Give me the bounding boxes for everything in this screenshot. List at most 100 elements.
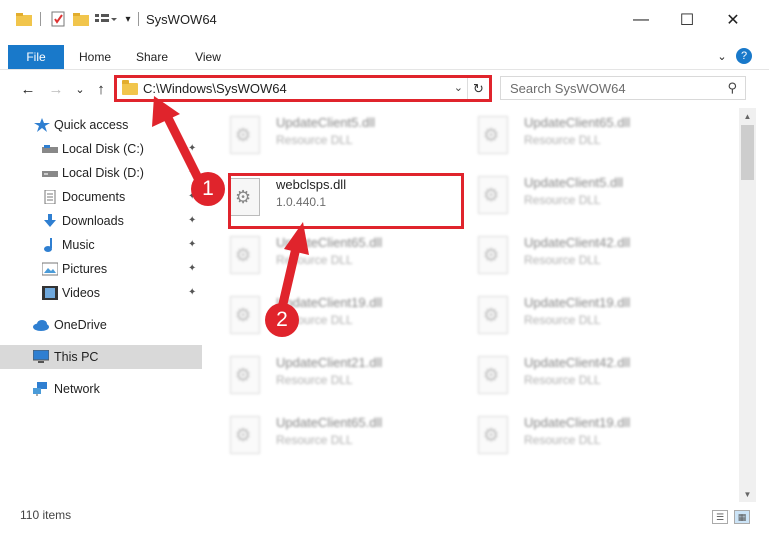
pin-icon[interactable]: ✦: [188, 287, 196, 298]
pictures-icon: [42, 262, 58, 276]
customize-toolbar-icon[interactable]: ▾: [121, 10, 135, 28]
file-highlight-box: [228, 173, 464, 229]
file-type: Resource DLL: [524, 373, 601, 387]
cloud-icon: [33, 320, 49, 331]
file-name: UpdateClient42.dll: [524, 235, 631, 250]
toolbar-separator: [138, 12, 139, 26]
file-type: Resource DLL: [276, 133, 353, 147]
address-path[interactable]: C:\Windows\SysWOW64: [143, 81, 287, 96]
sidebar-item-downloads[interactable]: Downloads ✦: [0, 209, 202, 233]
sidebar-item-documents[interactable]: Documents ✦: [0, 185, 202, 209]
up-button[interactable]: ↑: [91, 79, 111, 99]
view-options-icon[interactable]: [95, 10, 117, 28]
list-item[interactable]: UpdateClient5.dll Resource DLL: [450, 168, 690, 226]
pin-icon[interactable]: ✦: [188, 143, 196, 154]
list-item[interactable]: UpdateClient65.dll Resource DLL: [202, 408, 442, 466]
sidebar-item-label: Downloads: [62, 214, 124, 228]
download-icon: [44, 214, 56, 227]
list-item[interactable]: UpdateClient65.dll Resource DLL: [202, 228, 442, 286]
sidebar-item-label: OneDrive: [54, 318, 107, 332]
file-name: UpdateClient19.dll: [524, 295, 631, 310]
address-dropdown-icon[interactable]: ⌄: [454, 81, 463, 94]
sidebar-item-this-pc[interactable]: This PC: [0, 345, 202, 369]
dll-file-icon: [478, 416, 508, 454]
sidebar-item-label: Music: [62, 238, 95, 252]
maximize-button[interactable]: ☐: [664, 0, 710, 40]
details-view-icon[interactable]: ☰: [712, 510, 728, 524]
sidebar-item-videos[interactable]: Videos ✦: [0, 281, 202, 305]
list-item[interactable]: UpdateClient5.dll Resource DLL: [202, 108, 442, 166]
file-name: UpdateClient65.dll: [276, 415, 383, 430]
close-button[interactable]: ✕: [710, 0, 756, 40]
list-item[interactable]: UpdateClient42.dll Resource DLL: [450, 348, 690, 406]
list-item[interactable]: UpdateClient42.dll Resource DLL: [450, 228, 690, 286]
drive-icon: [42, 145, 58, 153]
tab-file[interactable]: File: [8, 45, 64, 69]
scroll-up-icon[interactable]: ▲: [739, 108, 756, 124]
folder-icon: [16, 10, 32, 28]
file-name: UpdateClient5.dll: [276, 115, 376, 130]
title-bar: ▾ SysWOW64 — ☐ ✕: [0, 0, 769, 40]
tab-home[interactable]: Home: [74, 45, 116, 69]
pin-icon[interactable]: ✦: [188, 215, 196, 226]
address-row: ← → ⌄ ↑ C:\Windows\SysWOW64 ⌄ ↻ Search S…: [0, 70, 769, 108]
folder-icon: [122, 80, 138, 95]
search-icon[interactable]: ⚲: [727, 80, 737, 96]
search-box[interactable]: Search SysWOW64 ⚲: [500, 76, 746, 100]
sidebar-item-local-disk-d[interactable]: Local Disk (D:) ✦: [0, 161, 202, 185]
drive-icon: [42, 171, 58, 177]
list-item[interactable]: UpdateClient19.dll Resource DLL: [202, 288, 442, 346]
sidebar-item-local-disk-c[interactable]: Local Disk (C:) ✦: [0, 137, 202, 161]
file-name: UpdateClient21.dll: [276, 355, 383, 370]
file-type: Resource DLL: [524, 313, 601, 327]
file-name: UpdateClient65.dll: [276, 235, 383, 250]
pin-icon[interactable]: ✦: [188, 239, 196, 250]
vertical-scrollbar[interactable]: ▲ ▼: [739, 108, 756, 502]
file-name: UpdateClient65.dll: [524, 115, 631, 130]
file-type: Resource DLL: [276, 433, 353, 447]
window-title: SysWOW64: [146, 12, 217, 27]
sidebar-item-label: Pictures: [62, 262, 108, 276]
list-item[interactable]: UpdateClient65.dll Resource DLL: [450, 108, 690, 166]
list-item[interactable]: UpdateClient21.dll Resource DLL: [202, 348, 442, 406]
dll-file-icon: [230, 416, 260, 454]
toolbar-separator: [40, 12, 41, 26]
star-icon: [34, 118, 50, 132]
sidebar-item-label: This PC: [54, 350, 99, 364]
ribbon: File Home Share View ⌄ ?: [0, 40, 769, 70]
new-folder-icon[interactable]: [73, 10, 89, 28]
dll-file-icon: [230, 236, 260, 274]
dll-file-icon: [478, 236, 508, 274]
tiles-view-icon[interactable]: ▦: [734, 510, 750, 524]
refresh-icon[interactable]: ↻: [467, 78, 489, 99]
scroll-down-icon[interactable]: ▼: [739, 486, 756, 502]
item-count: 110 items: [20, 508, 72, 522]
music-icon: [44, 238, 52, 252]
sidebar-item-pictures[interactable]: Pictures ✦: [0, 257, 202, 281]
sidebar-item-music[interactable]: Music ✦: [0, 233, 202, 257]
sidebar-item-quick-access[interactable]: Quick access: [0, 113, 202, 137]
tab-share[interactable]: Share: [130, 45, 174, 69]
back-button[interactable]: ←: [18, 79, 38, 99]
sidebar-item-label: Documents: [62, 190, 126, 204]
dll-file-icon: [230, 356, 260, 394]
pin-icon[interactable]: ✦: [188, 263, 196, 274]
sidebar-item-onedrive[interactable]: OneDrive: [0, 313, 202, 337]
sidebar-item-label: Videos: [62, 286, 100, 300]
expand-ribbon-icon[interactable]: ⌄: [714, 48, 730, 64]
minimize-button[interactable]: —: [618, 0, 664, 40]
properties-icon[interactable]: [50, 10, 66, 28]
forward-button[interactable]: →: [46, 79, 66, 99]
sidebar-item-label: Local Disk (D:): [62, 166, 144, 180]
search-input[interactable]: Search SysWOW64: [510, 81, 626, 96]
step-2-badge: 2: [265, 303, 299, 337]
sidebar-item-label: Quick access: [54, 118, 129, 132]
list-item[interactable]: UpdateClient19.dll Resource DLL: [450, 408, 690, 466]
address-bar[interactable]: C:\Windows\SysWOW64 ⌄ ↻: [114, 75, 492, 102]
recent-locations-button[interactable]: ⌄: [70, 79, 90, 99]
tab-view[interactable]: View: [188, 45, 228, 69]
list-item[interactable]: UpdateClient19.dll Resource DLL: [450, 288, 690, 346]
scroll-thumb[interactable]: [741, 125, 754, 180]
sidebar-item-network[interactable]: Network: [0, 377, 202, 401]
help-icon[interactable]: ?: [736, 48, 752, 64]
